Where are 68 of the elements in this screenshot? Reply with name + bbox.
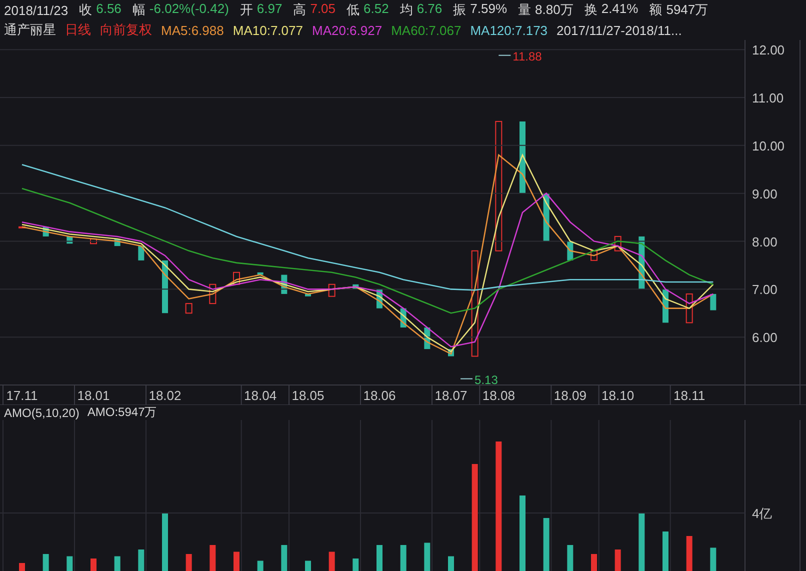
- annotation: 11.88: [512, 49, 542, 64]
- falling-candlestick: [138, 246, 144, 260]
- falling-candlestick: [352, 284, 359, 290]
- quote-value: 7.05: [310, 1, 336, 18]
- moving-average-legend: MA10:7.077: [232, 22, 303, 38]
- moving-average-legend: MA120:7.173: [470, 22, 548, 38]
- rising-candlestick: [90, 238, 97, 244]
- date-axis-label: 18.05: [292, 388, 324, 403]
- date-axis-label: 18.07: [434, 388, 468, 403]
- date-axis-label: 18.11: [674, 388, 706, 403]
- rising-candlestick: [328, 284, 336, 297]
- falling-candlestick: [162, 260, 168, 314]
- date-axis-label: 18.04: [244, 388, 277, 403]
- quote-label: 高: [293, 1, 306, 19]
- date-axis-label: 18.06: [363, 388, 396, 403]
- quote-value: 6.56: [96, 1, 122, 18]
- price-axis-label: 8.00: [752, 234, 778, 250]
- quote-label: 幅: [132, 1, 146, 19]
- date-axis-label: 18.10: [602, 388, 634, 403]
- quote-value: 7.59%: [470, 1, 508, 18]
- date-range: 2017/11/27-2018/11...: [556, 22, 682, 38]
- quote-value: -6.02%(-0.42): [149, 1, 229, 18]
- quote-label: 开: [240, 1, 253, 19]
- quote-value: 6.52: [364, 1, 389, 18]
- quote-value: 6.97: [256, 1, 282, 18]
- price-axis-label: 9.00: [752, 186, 778, 202]
- rising-candlestick: [614, 236, 622, 252]
- price-axis-label: 11.00: [752, 90, 784, 106]
- adjustment-label[interactable]: 向前复权: [100, 21, 152, 39]
- rising-candlestick: [18, 226, 26, 228]
- quote-date: 2018/11/23: [4, 2, 68, 18]
- quote-label: 额: [649, 1, 662, 19]
- moving-average-legend: MA5:6.988: [161, 22, 224, 38]
- price-axis-label: 10.00: [752, 138, 785, 154]
- rising-candlestick: [209, 284, 216, 304]
- rising-candlestick: [590, 250, 598, 261]
- date-axis-label: 18.08: [482, 388, 515, 403]
- price-axis-label: 7.00: [752, 282, 778, 298]
- indicator-name: AMO(5,10,20): [4, 406, 80, 420]
- rising-candlestick: [233, 272, 240, 285]
- price-axis-label: 6.00: [752, 330, 778, 346]
- quote-label: 振: [453, 1, 466, 19]
- moving-average-legend: MA60:7.067: [391, 22, 462, 38]
- rising-candlestick: [185, 303, 192, 314]
- annotation: 5.13: [474, 372, 498, 387]
- date-axis-label: 17.11: [6, 388, 38, 403]
- quote-value: 8.80万: [535, 1, 574, 19]
- quote-value: 2.41%: [601, 1, 638, 18]
- quote-label: 换: [584, 1, 598, 19]
- falling-candlestick: [710, 294, 716, 310]
- falling-candlestick: [257, 272, 264, 275]
- date-axis-label: 18.01: [77, 388, 110, 403]
- price-axis-label: 12.00: [752, 42, 785, 58]
- stock-name: 通产丽星: [4, 21, 56, 39]
- quote-value: 6.76: [416, 1, 442, 18]
- period-label[interactable]: 日线: [65, 21, 91, 39]
- quote-label: 低: [346, 1, 360, 19]
- quote-value: 5947万: [666, 1, 708, 19]
- indicator-reading: AMO:5947万: [87, 404, 157, 421]
- falling-candlestick: [305, 294, 311, 296]
- quote-label: 收: [79, 1, 92, 19]
- date-axis-label: 18.02: [148, 388, 182, 403]
- volume-axis-label: 4亿: [752, 506, 772, 521]
- rising-candlestick: [686, 293, 693, 324]
- date-axis-label: 18.09: [554, 388, 586, 403]
- moving-average-legend: MA20:6.927: [312, 22, 382, 38]
- quote-label: 量: [518, 1, 532, 19]
- quote-label: 均: [400, 1, 413, 19]
